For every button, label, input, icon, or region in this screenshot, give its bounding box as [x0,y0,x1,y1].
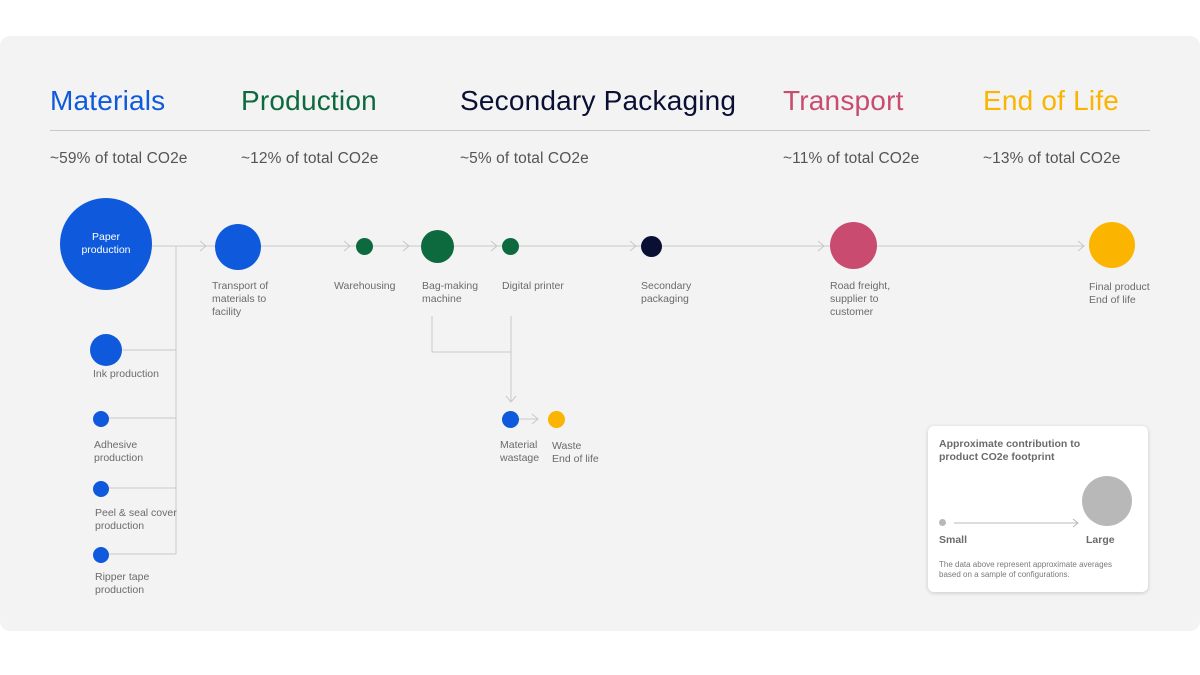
stage-share-transport: ~11% of total CO2e [783,150,920,167]
final-product-label: Final product End of life [1089,281,1150,306]
digital-printer-node [502,238,519,255]
transport-of-materials-label: Transport of materials to facility [212,280,269,318]
stage-title-transport: Transport [783,85,904,116]
bag-making-machine-node [421,230,454,263]
stage-share-materials: ~59% of total CO2e [50,150,188,167]
warehousing-label: Warehousing [334,280,396,292]
waste-node [548,411,565,428]
waste-end-of-life-label: Waste End of life [552,440,599,465]
secondary-packaging-label: Secondary packaging [641,280,692,305]
stage-title-materials: Materials [50,85,166,116]
material-wastage-node [502,411,519,428]
transport-of-materials-node [215,224,261,270]
ripper-tape-label: Ripper tape production [95,571,150,596]
legend-large-label: Large [1086,534,1115,546]
secondary-packaging-node [641,236,662,257]
stage-share-production: ~12% of total CO2e [241,150,379,167]
header-divider [50,130,1150,131]
legend-small-label: Small [939,534,968,546]
stage-share-end-of-life: ~13% of total CO2e [983,150,1121,167]
legend-note: The data above represent approximate ave… [939,560,1112,579]
stage-share-secondary-packaging: ~5% of total CO2e [460,150,589,167]
ink-production-node [90,334,122,366]
co2e-flow-diagram: Materials Production Secondary Packaging… [0,0,1200,675]
paper-production-label: Paper production [81,231,131,256]
stage-title-secondary-packaging: Secondary Packaging [460,85,737,116]
legend-large-circle [1082,476,1132,526]
digital-printer-label: Digital printer [502,280,564,292]
adhesive-production-node [93,411,109,427]
stage-title-end-of-life: End of Life [983,85,1120,116]
peel-seal-cover-label: Peel & seal cover production [95,507,177,532]
peel-seal-cover-node [93,481,109,497]
road-freight-node [830,222,877,269]
adhesive-production-label: Adhesive production [94,439,144,464]
warehousing-node [356,238,373,255]
bag-making-machine-label: Bag-making machine [422,280,479,305]
material-wastage-label: Material wastage [500,439,540,464]
stage-title-production: Production [241,85,377,116]
ink-production-label: Ink production [93,368,159,380]
ripper-tape-node [93,547,109,563]
road-freight-label: Road freight, supplier to customer [830,280,891,318]
legend-card: Approximate contribution to product CO2e… [928,426,1148,592]
final-product-node [1089,222,1135,268]
